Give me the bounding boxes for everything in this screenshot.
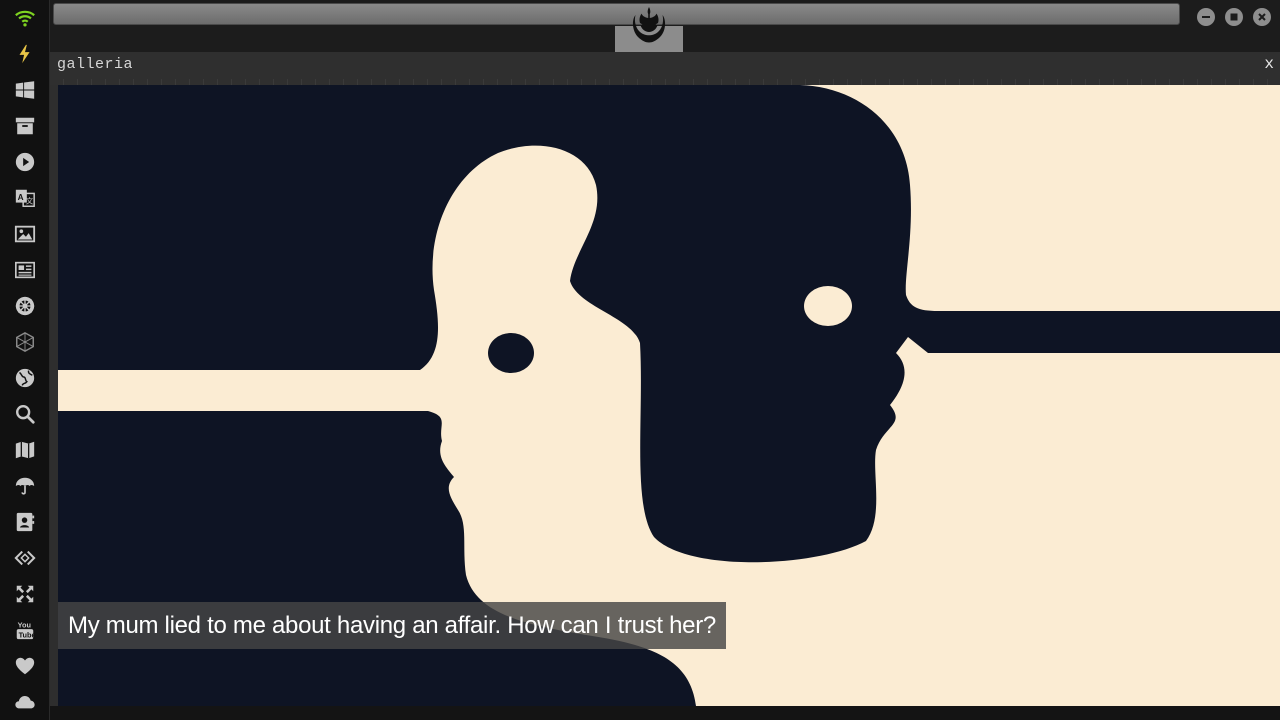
bottom-strip: [50, 706, 1280, 720]
cloud-icon[interactable]: [12, 689, 38, 715]
heart-icon[interactable]: [12, 653, 38, 679]
lightning-icon[interactable]: [12, 41, 38, 67]
play-icon[interactable]: [12, 149, 38, 175]
image-viewer[interactable]: My mum lied to me about having an affair…: [58, 85, 1280, 706]
close-icon: [1258, 13, 1266, 21]
code-icon[interactable]: [12, 545, 38, 571]
svg-text:A: A: [18, 193, 24, 202]
umbrella-icon[interactable]: [12, 473, 38, 499]
maximize-icon: [1230, 13, 1238, 21]
gallery-window: galleria x My mum lied to me about havin…: [50, 52, 1280, 710]
windows-icon[interactable]: [12, 77, 38, 103]
map-icon[interactable]: [12, 437, 38, 463]
archive-icon[interactable]: [12, 113, 38, 139]
sidebar: A文 You Tube: [0, 0, 50, 720]
search-icon[interactable]: [12, 401, 38, 427]
maximize-button[interactable]: [1225, 8, 1243, 26]
window-titlebar: galleria x: [50, 52, 1280, 85]
top-bar: [50, 0, 1280, 52]
wifi-icon[interactable]: [12, 5, 38, 31]
svg-text:Tube: Tube: [19, 630, 36, 639]
expand-icon[interactable]: [12, 581, 38, 607]
globe-icon[interactable]: [12, 365, 38, 391]
minimize-button[interactable]: [1197, 8, 1215, 26]
svg-text:You: You: [18, 620, 31, 629]
translate-icon[interactable]: A文: [12, 185, 38, 211]
window-title: galleria: [57, 56, 134, 73]
minimize-icon: [1202, 16, 1210, 18]
image-caption: My mum lied to me about having an affair…: [58, 602, 726, 649]
window-close-button[interactable]: x: [1264, 55, 1274, 73]
contacts-icon[interactable]: [12, 509, 38, 535]
hexagon-icon[interactable]: [12, 329, 38, 355]
svg-text:文: 文: [26, 197, 34, 206]
close-window-button[interactable]: [1253, 8, 1271, 26]
youtube-icon[interactable]: You Tube: [12, 617, 38, 643]
image-icon[interactable]: [12, 221, 38, 247]
newspaper-icon[interactable]: [12, 257, 38, 283]
rebel-alliance-icon: [632, 7, 666, 43]
address-bar[interactable]: [53, 3, 1180, 25]
empire-icon[interactable]: [12, 293, 38, 319]
